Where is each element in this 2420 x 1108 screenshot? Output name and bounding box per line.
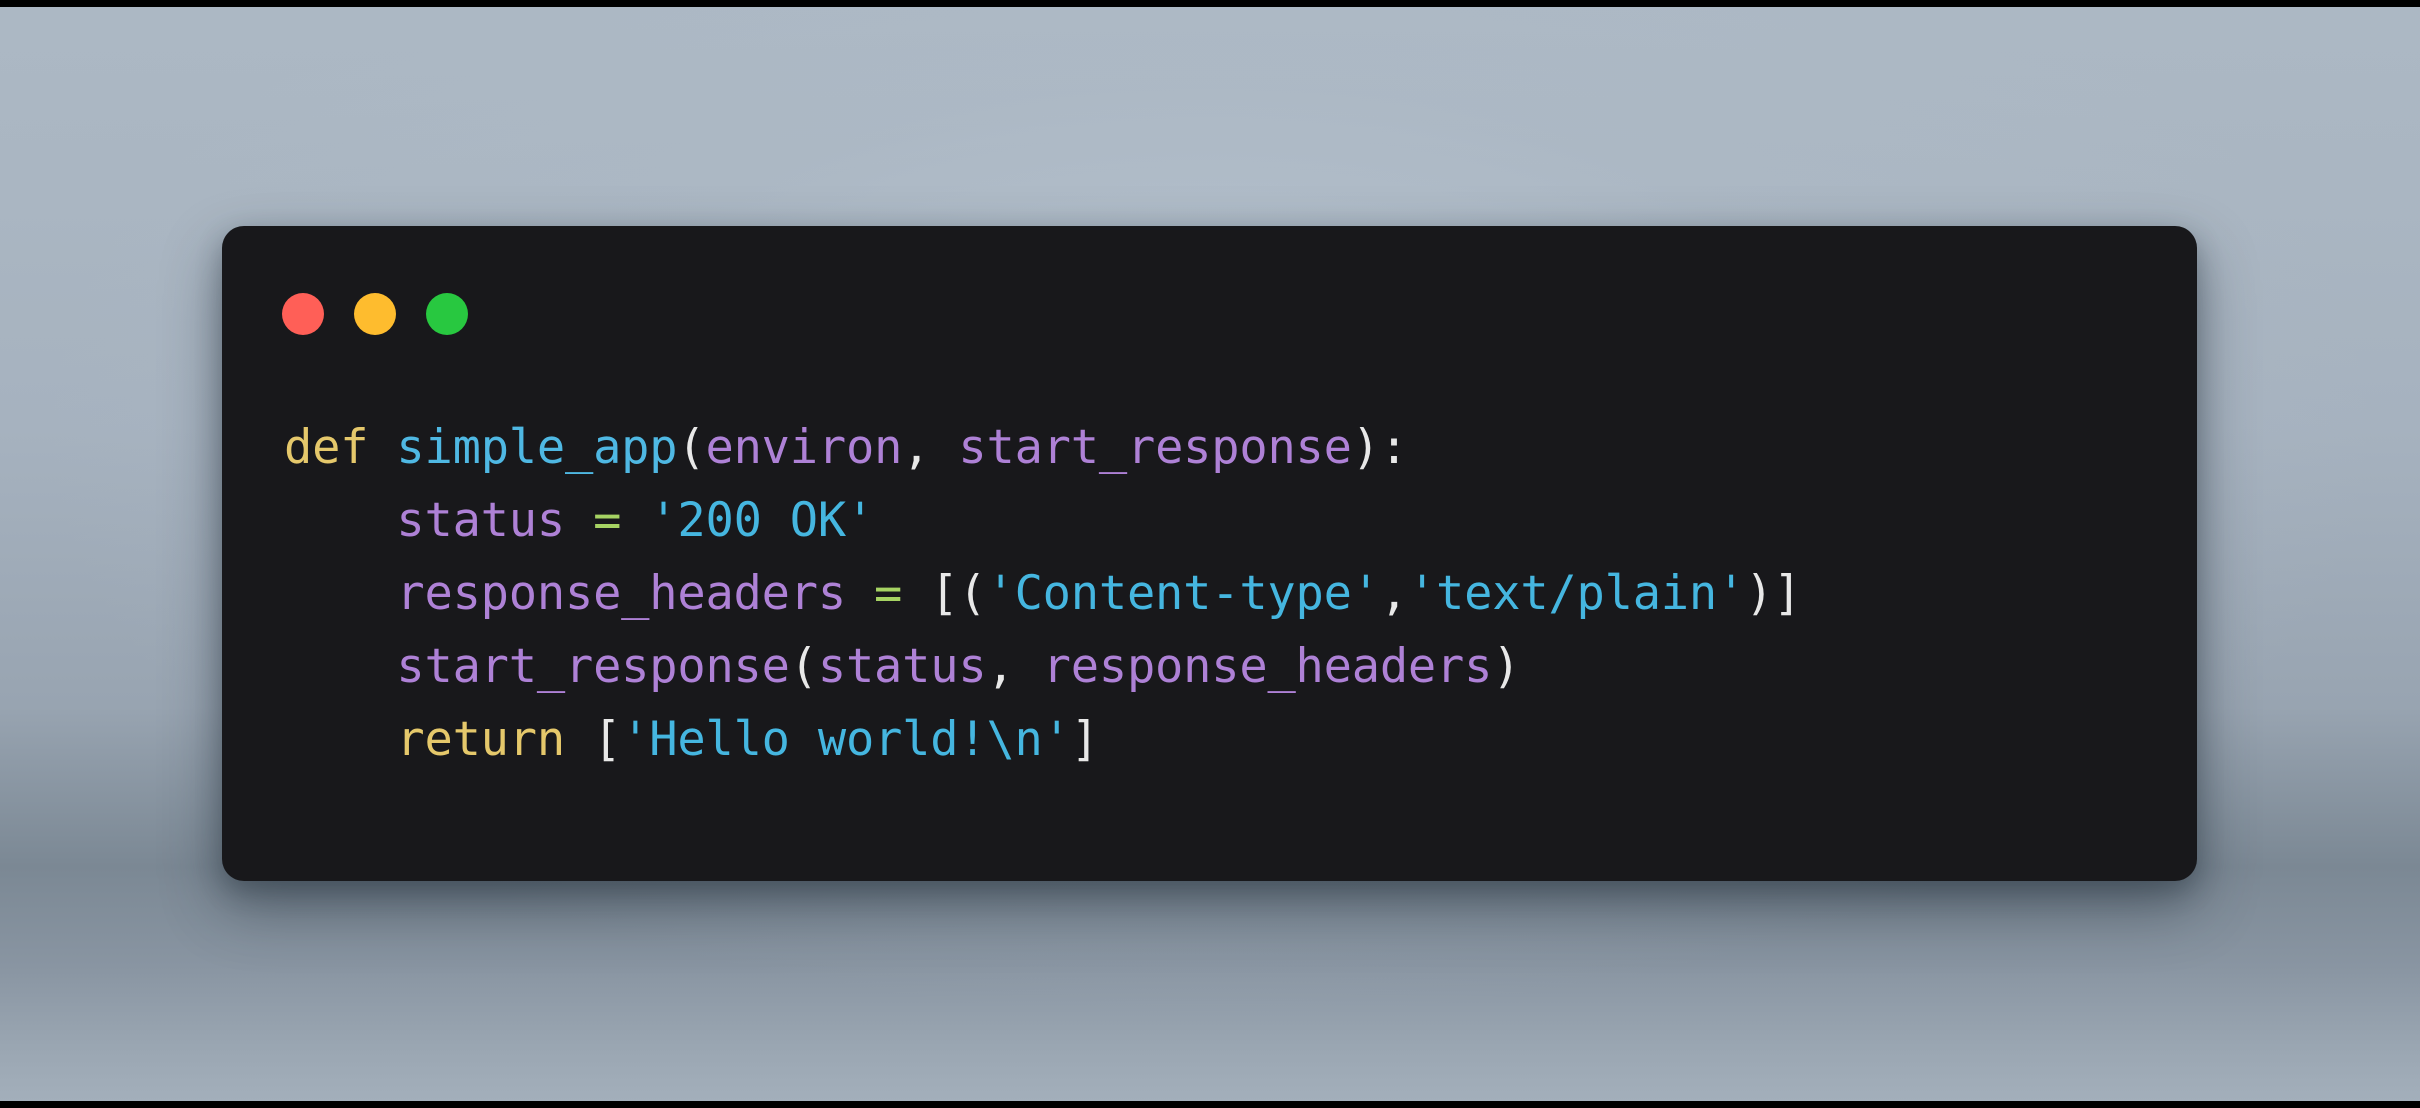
code-token: , xyxy=(902,420,931,475)
code-token: response_headers xyxy=(396,566,846,621)
code-token: start_response xyxy=(958,420,1352,475)
code-token: status xyxy=(817,639,987,694)
maximize-button[interactable] xyxy=(426,293,468,335)
code-token: )] xyxy=(1745,566,1802,621)
code-block[interactable]: def simple_app(environ, start_response):… xyxy=(284,411,1802,776)
window-titlebar xyxy=(282,293,468,335)
code-line: start_response(status, response_headers) xyxy=(284,630,1801,703)
code-line: response_headers = [('Content-type','tex… xyxy=(284,557,1801,630)
code-token: , xyxy=(1379,566,1408,621)
code-token: ): xyxy=(1351,420,1408,475)
code-token: status xyxy=(396,493,565,548)
code-token: [( xyxy=(930,566,987,621)
code-token: response_headers xyxy=(1042,639,1493,694)
code-token: = xyxy=(593,493,622,548)
code-token: environ xyxy=(705,420,903,475)
letterbox-top xyxy=(0,0,2420,7)
code-token: = xyxy=(874,566,903,621)
code-line: def simple_app(environ, start_response): xyxy=(284,411,1801,484)
code-token: def xyxy=(284,420,369,475)
code-token: ( xyxy=(789,639,818,694)
code-line: return ['Hello world!\n'] xyxy=(284,703,1801,776)
letterbox-bottom xyxy=(0,1101,2420,1108)
code-token: '200 OK' xyxy=(649,493,875,548)
code-window: def simple_app(environ, start_response):… xyxy=(222,226,2197,881)
code-token: ( xyxy=(677,420,706,475)
code-token: [ xyxy=(593,712,622,767)
code-token: 'Content-type' xyxy=(986,566,1380,621)
code-line: status = '200 OK' xyxy=(284,484,1801,557)
code-token: return xyxy=(396,712,565,767)
code-token: 'Hello world!\n' xyxy=(621,712,1071,767)
code-token: ] xyxy=(1070,712,1099,767)
code-token: ) xyxy=(1492,639,1521,694)
code-token: 'text/plain' xyxy=(1407,566,1746,621)
screenshot-stage: def simple_app(environ, start_response):… xyxy=(0,0,2420,1108)
code-token: , xyxy=(986,639,1015,694)
code-token: simple_app xyxy=(396,420,678,475)
code-token: start_response xyxy=(396,639,790,694)
minimize-button[interactable] xyxy=(354,293,396,335)
close-button[interactable] xyxy=(282,293,324,335)
